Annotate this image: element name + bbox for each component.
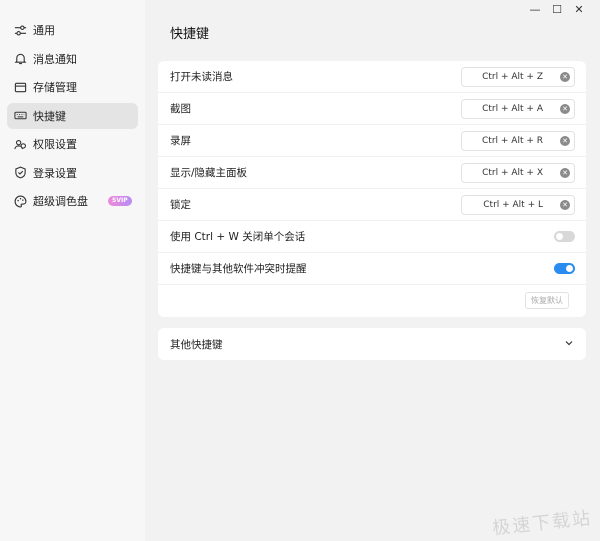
main-panel: — ☐ ✕ 快捷键 打开未读消息 Ctrl + Alt + Z ✕ 截图 Ctr… <box>145 0 600 541</box>
shortcut-label: 锁定 <box>170 199 191 211</box>
conflict-alert-toggle[interactable] <box>554 263 575 274</box>
sidebar-item-permissions[interactable]: 权限设置 <box>7 131 138 157</box>
sidebar-item-label: 超级调色盘 <box>33 195 88 208</box>
shortcut-row: 截图 Ctrl + Alt + A ✕ <box>158 93 586 125</box>
keyboard-icon <box>13 109 27 123</box>
shortcut-row: 锁定 Ctrl + Alt + L ✕ <box>158 189 586 221</box>
sidebar: 通用 消息通知 存储管理 快捷键 权限设置 登录设置 超级调色盘 SVIP <box>0 0 145 541</box>
clear-icon[interactable]: ✕ <box>560 199 570 210</box>
shortcut-label: 显示/隐藏主面板 <box>170 167 248 179</box>
shortcut-input[interactable]: Ctrl + Alt + A ✕ <box>461 98 575 119</box>
sidebar-item-label: 快捷键 <box>33 109 66 123</box>
shortcut-row: 录屏 Ctrl + Alt + R ✕ <box>158 125 586 157</box>
sidebar-item-login[interactable]: 登录设置 <box>7 160 138 186</box>
page-title: 快捷键 <box>170 27 210 42</box>
clear-icon[interactable]: ✕ <box>560 167 570 178</box>
folder-icon <box>13 80 27 94</box>
sidebar-item-general[interactable]: 通用 <box>7 17 138 43</box>
restore-default-button[interactable]: 恢复默认 <box>525 292 569 309</box>
sidebar-item-palette[interactable]: 超级调色盘 SVIP <box>7 188 138 214</box>
clear-icon[interactable]: ✕ <box>560 103 570 114</box>
people-icon <box>13 137 27 151</box>
sidebar-item-label: 登录设置 <box>33 166 77 180</box>
sidebar-item-storage[interactable]: 存储管理 <box>7 74 138 100</box>
watermark: 极速下载站 <box>491 507 593 540</box>
other-shortcuts-card[interactable]: 其他快捷键 <box>158 328 586 360</box>
toggle-row-conflict: 快捷键与其他软件冲突时提醒 <box>158 253 586 285</box>
shortcut-keys: Ctrl + Alt + Z <box>482 71 543 82</box>
minimize-button[interactable]: — <box>524 2 546 16</box>
shortcut-label: 打开未读消息 <box>170 71 233 83</box>
toggle-label: 使用 Ctrl + W 关闭单个会话 <box>170 231 306 243</box>
shortcut-row: 显示/隐藏主面板 Ctrl + Alt + X ✕ <box>158 157 586 189</box>
toggle-knob <box>556 233 563 240</box>
shortcut-keys: Ctrl + Alt + A <box>482 103 543 114</box>
toggle-row-ctrl-w: 使用 Ctrl + W 关闭单个会话 <box>158 221 586 253</box>
toggle-knob <box>566 265 573 272</box>
shortcut-input[interactable]: Ctrl + Alt + Z ✕ <box>461 66 575 87</box>
svip-badge: SVIP <box>108 196 132 206</box>
shortcut-row: 打开未读消息 Ctrl + Alt + Z ✕ <box>158 61 586 93</box>
sidebar-item-label: 通用 <box>33 24 55 37</box>
ctrl-w-toggle[interactable] <box>554 231 575 242</box>
clear-icon[interactable]: ✕ <box>560 135 570 146</box>
chevron-down-icon[interactable] <box>564 338 574 351</box>
bell-icon <box>13 52 27 66</box>
sidebar-item-label: 权限设置 <box>33 138 77 151</box>
shield-icon <box>13 166 27 180</box>
shortcut-keys: Ctrl + Alt + X <box>482 167 543 178</box>
shortcut-input[interactable]: Ctrl + Alt + X ✕ <box>461 162 575 183</box>
maximize-button[interactable]: ☐ <box>546 2 568 16</box>
palette-icon <box>13 194 27 208</box>
sidebar-item-label: 消息通知 <box>33 52 77 66</box>
shortcut-keys: Ctrl + Alt + R <box>482 135 543 146</box>
clear-icon[interactable]: ✕ <box>560 71 570 82</box>
sliders-icon <box>13 23 27 37</box>
shortcut-label: 截图 <box>170 103 191 115</box>
sidebar-item-notifications[interactable]: 消息通知 <box>7 46 138 72</box>
other-shortcuts-label: 其他快捷键 <box>170 338 223 351</box>
shortcut-input[interactable]: Ctrl + Alt + R ✕ <box>461 130 575 151</box>
shortcut-label: 录屏 <box>170 135 191 147</box>
close-button[interactable]: ✕ <box>568 2 590 16</box>
shortcut-input[interactable]: Ctrl + Alt + L ✕ <box>461 194 575 215</box>
sidebar-item-shortcuts[interactable]: 快捷键 <box>7 102 138 129</box>
toggle-label: 快捷键与其他软件冲突时提醒 <box>170 263 307 275</box>
sidebar-item-label: 存储管理 <box>33 81 77 94</box>
shortcut-keys: Ctrl + Alt + L <box>483 199 543 210</box>
window-controls: — ☐ ✕ <box>524 2 590 16</box>
shortcuts-card: 打开未读消息 Ctrl + Alt + Z ✕ 截图 Ctrl + Alt + … <box>158 61 586 317</box>
